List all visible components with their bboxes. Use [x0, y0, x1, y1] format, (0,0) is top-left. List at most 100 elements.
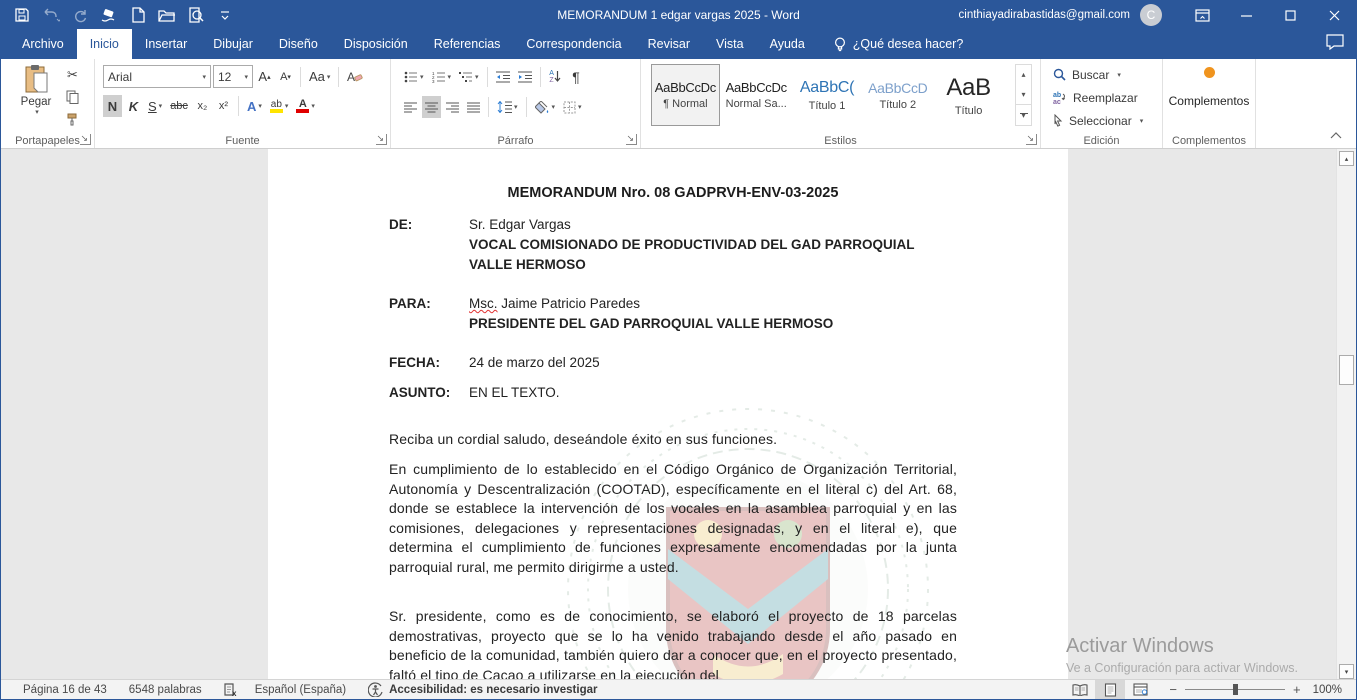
style-normal[interactable]: AaBbCcDc ¶ Normal	[651, 64, 720, 126]
borders-button[interactable]: ▾	[560, 96, 585, 118]
zoom-in-icon[interactable]: +	[1293, 682, 1301, 697]
clear-formatting-button[interactable]: A	[344, 66, 366, 88]
vertical-scrollbar[interactable]: ▴ ▾	[1336, 149, 1356, 681]
text-effects-button[interactable]: A▾	[244, 95, 265, 117]
new-document-icon[interactable]	[127, 4, 149, 26]
open-folder-icon[interactable]	[156, 4, 178, 26]
tab-disposicion[interactable]: Disposición	[331, 29, 421, 59]
bold-button[interactable]: N	[103, 95, 122, 117]
save-icon[interactable]	[11, 4, 33, 26]
styles-scroll-up-icon[interactable]: ▴	[1016, 65, 1031, 85]
close-button[interactable]	[1312, 1, 1356, 29]
subscript-button[interactable]: x₂	[193, 95, 212, 117]
change-case-button[interactable]: Aa▾	[306, 66, 333, 88]
sort-button[interactable]: AZ	[546, 66, 565, 88]
grow-font-button[interactable]: A▴	[255, 66, 274, 88]
ribbon-display-options-icon[interactable]	[1180, 1, 1224, 29]
shrink-font-button[interactable]: A▾	[276, 66, 295, 88]
paste-dropdown-icon[interactable]: ▾	[35, 108, 39, 116]
print-layout-icon[interactable]	[1095, 680, 1125, 699]
highlight-button[interactable]: ab▾	[267, 95, 292, 117]
replace-button[interactable]: abac Reemplazar	[1053, 86, 1162, 109]
collapse-ribbon-icon[interactable]	[1330, 128, 1342, 142]
zoom-out-icon[interactable]: −	[1169, 682, 1177, 697]
tab-revisar[interactable]: Revisar	[635, 29, 703, 59]
line-spacing-button[interactable]: ▾	[494, 96, 521, 118]
web-layout-icon[interactable]	[1125, 680, 1155, 699]
tab-insertar[interactable]: Insertar	[132, 29, 200, 59]
tell-me-box[interactable]: ¿Qué desea hacer?	[834, 29, 964, 59]
redo-icon[interactable]	[69, 4, 91, 26]
justify-button[interactable]	[464, 96, 483, 118]
cut-icon[interactable]: ✂	[63, 66, 82, 84]
format-painter-icon[interactable]	[63, 110, 82, 128]
bullets-button[interactable]: ▾	[401, 66, 427, 88]
align-left-button[interactable]	[401, 96, 420, 118]
align-center-button[interactable]	[422, 96, 441, 118]
scrollbar-thumb[interactable]	[1339, 355, 1354, 385]
proofing-errors-icon[interactable]: x	[224, 683, 239, 697]
accessibility-status[interactable]: Accesibilidad: es necesario investigar	[389, 684, 597, 696]
complementos-button[interactable]: Complementos	[1163, 67, 1255, 108]
maximize-button[interactable]	[1268, 1, 1312, 29]
print-preview-icon[interactable]	[185, 4, 207, 26]
document-page[interactable]: MEMORANDUM Nro. 08 GADPRVH-ENV-03-2025 D…	[268, 149, 1068, 681]
styles-more-icon[interactable]: ▾	[1016, 104, 1031, 125]
page-indicator[interactable]: Página 16 de 43	[23, 684, 107, 696]
tab-archivo[interactable]: Archivo	[9, 29, 77, 59]
font-size-dropdown-icon[interactable]: ▾	[244, 73, 248, 81]
font-color-button[interactable]: A▾	[293, 95, 318, 117]
style-titulo-2[interactable]: AaBbCcD Título 2	[863, 64, 932, 126]
tab-ayuda[interactable]: Ayuda	[757, 29, 818, 59]
tab-diseno[interactable]: Diseño	[266, 29, 331, 59]
style-normal-sa[interactable]: AaBbCcDc Normal Sa...	[722, 64, 791, 126]
align-right-button[interactable]	[443, 96, 462, 118]
multilevel-list-button[interactable]: ▾	[456, 66, 482, 88]
account-avatar[interactable]: C	[1140, 4, 1162, 26]
tab-inicio[interactable]: Inicio	[77, 29, 132, 59]
italic-button[interactable]: K	[124, 95, 143, 117]
account-email[interactable]: cinthiayadirabastidas@gmail.com	[959, 9, 1130, 21]
spellcheck-word: Msc.	[469, 296, 498, 311]
word-count[interactable]: 6548 palabras	[129, 684, 202, 696]
minimize-button[interactable]	[1224, 1, 1268, 29]
eraser-icon[interactable]	[98, 4, 120, 26]
style-titulo[interactable]: AaB Título	[934, 64, 1003, 126]
paragraph-dialog-launcher-icon[interactable]: ↘	[626, 134, 637, 145]
superscript-button[interactable]: x²	[214, 95, 233, 117]
underline-button[interactable]: S▾	[145, 95, 165, 117]
find-button[interactable]: Buscar▾	[1053, 63, 1162, 86]
styles-dialog-launcher-icon[interactable]: ↘	[1026, 134, 1037, 145]
customize-qat-icon[interactable]	[214, 4, 236, 26]
accessibility-icon[interactable]	[368, 682, 383, 697]
copy-icon[interactable]	[63, 88, 82, 106]
font-name-dropdown-icon[interactable]: ▾	[202, 73, 206, 81]
numbering-button[interactable]: 123▾	[429, 66, 455, 88]
zoom-level[interactable]: 100%	[1313, 684, 1342, 696]
feedback-icon[interactable]	[1326, 34, 1344, 55]
tab-vista[interactable]: Vista	[703, 29, 757, 59]
tab-referencias[interactable]: Referencias	[421, 29, 514, 59]
font-name-combo[interactable]: Arial ▾	[103, 65, 211, 88]
scroll-down-icon[interactable]: ▾	[1339, 664, 1354, 679]
shading-button[interactable]: ▾	[532, 96, 559, 118]
zoom-slider[interactable]	[1185, 689, 1285, 690]
language-indicator[interactable]: Español (España)	[255, 684, 346, 696]
paste-button[interactable]: Pegar ▾	[13, 64, 59, 116]
zoom-slider-thumb[interactable]	[1233, 684, 1238, 695]
select-button[interactable]: Seleccionar▾	[1053, 109, 1162, 132]
font-dialog-launcher-icon[interactable]: ↘	[376, 134, 387, 145]
strikethrough-button[interactable]: abc	[167, 95, 191, 117]
tab-dibujar[interactable]: Dibujar	[200, 29, 266, 59]
show-marks-button[interactable]: ¶	[567, 66, 586, 88]
scroll-up-icon[interactable]: ▴	[1339, 151, 1354, 166]
clipboard-dialog-launcher-icon[interactable]: ↘	[80, 134, 91, 145]
increase-indent-button[interactable]	[515, 66, 535, 88]
read-mode-icon[interactable]	[1065, 680, 1095, 699]
undo-icon[interactable]	[40, 4, 62, 26]
decrease-indent-button[interactable]	[493, 66, 513, 88]
styles-scroll-down-icon[interactable]: ▾	[1016, 85, 1031, 105]
style-titulo-1[interactable]: AaBbC( Título 1	[793, 64, 862, 126]
tab-correspondencia[interactable]: Correspondencia	[513, 29, 634, 59]
font-size-combo[interactable]: 12 ▾	[213, 65, 253, 88]
